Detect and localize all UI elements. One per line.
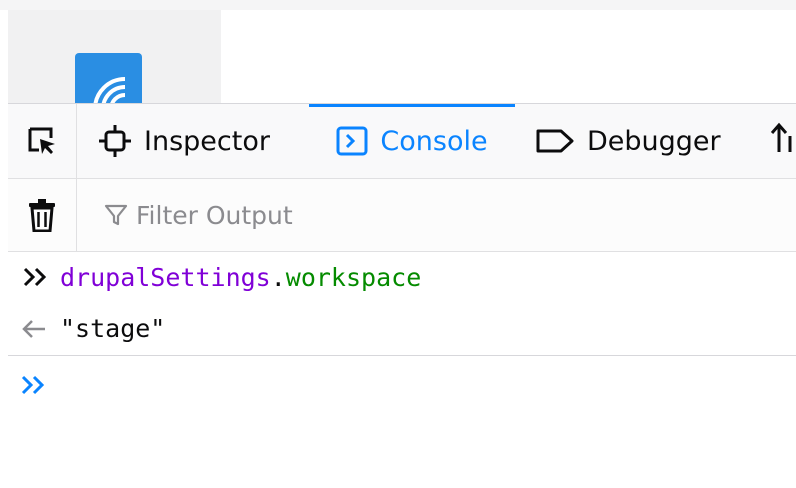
element-picker-icon bbox=[28, 127, 55, 154]
trash-icon bbox=[29, 199, 55, 232]
arrows-icon bbox=[770, 122, 796, 161]
tab-inspector[interactable]: Inspector bbox=[98, 104, 270, 178]
filter-placeholder: Filter Output bbox=[136, 200, 293, 230]
tab-inspector-label: Inspector bbox=[144, 125, 270, 157]
console-input-field[interactable] bbox=[8, 356, 796, 414]
console-filter-bar: Filter Output bbox=[8, 179, 796, 252]
devtools-panel: Inspector Console Debugger Filter Output… bbox=[8, 103, 796, 488]
tab-debugger[interactable]: Debugger bbox=[535, 104, 721, 178]
devtools-tabbar: Inspector Console Debugger bbox=[8, 104, 796, 179]
debugger-icon bbox=[535, 126, 575, 156]
inspector-icon bbox=[98, 124, 132, 158]
input-chevron-icon bbox=[8, 266, 60, 288]
tab-network-partial[interactable] bbox=[770, 104, 796, 178]
tab-console-label: Console bbox=[380, 125, 488, 157]
console-input-code: drupalSettings.workspace bbox=[60, 263, 421, 292]
filter-output-input[interactable]: Filter Output bbox=[104, 195, 293, 235]
console-input-message: drupalSettings.workspace bbox=[8, 252, 796, 302]
code-variable: drupalSettings bbox=[60, 262, 271, 292]
funnel-icon bbox=[104, 204, 128, 226]
page-top-edge bbox=[0, 0, 796, 10]
console-output: drupalSettings.workspace "stage" bbox=[8, 252, 796, 414]
tab-console[interactable]: Console bbox=[309, 104, 515, 178]
element-picker-button[interactable] bbox=[8, 104, 77, 178]
site-logo[interactable] bbox=[75, 53, 142, 103]
result-arrow-icon bbox=[8, 318, 60, 340]
clear-console-button[interactable] bbox=[8, 179, 77, 251]
console-result-value[interactable]: "stage" bbox=[60, 314, 165, 343]
wifi-logo-icon bbox=[93, 77, 126, 103]
code-dot: . bbox=[270, 262, 286, 292]
console-icon bbox=[336, 125, 368, 157]
console-result-message: "stage" bbox=[8, 302, 796, 356]
code-property: workspace bbox=[285, 262, 422, 292]
prompt-chevron-icon bbox=[8, 374, 60, 396]
page-area bbox=[0, 0, 796, 103]
tab-debugger-label: Debugger bbox=[587, 125, 721, 157]
